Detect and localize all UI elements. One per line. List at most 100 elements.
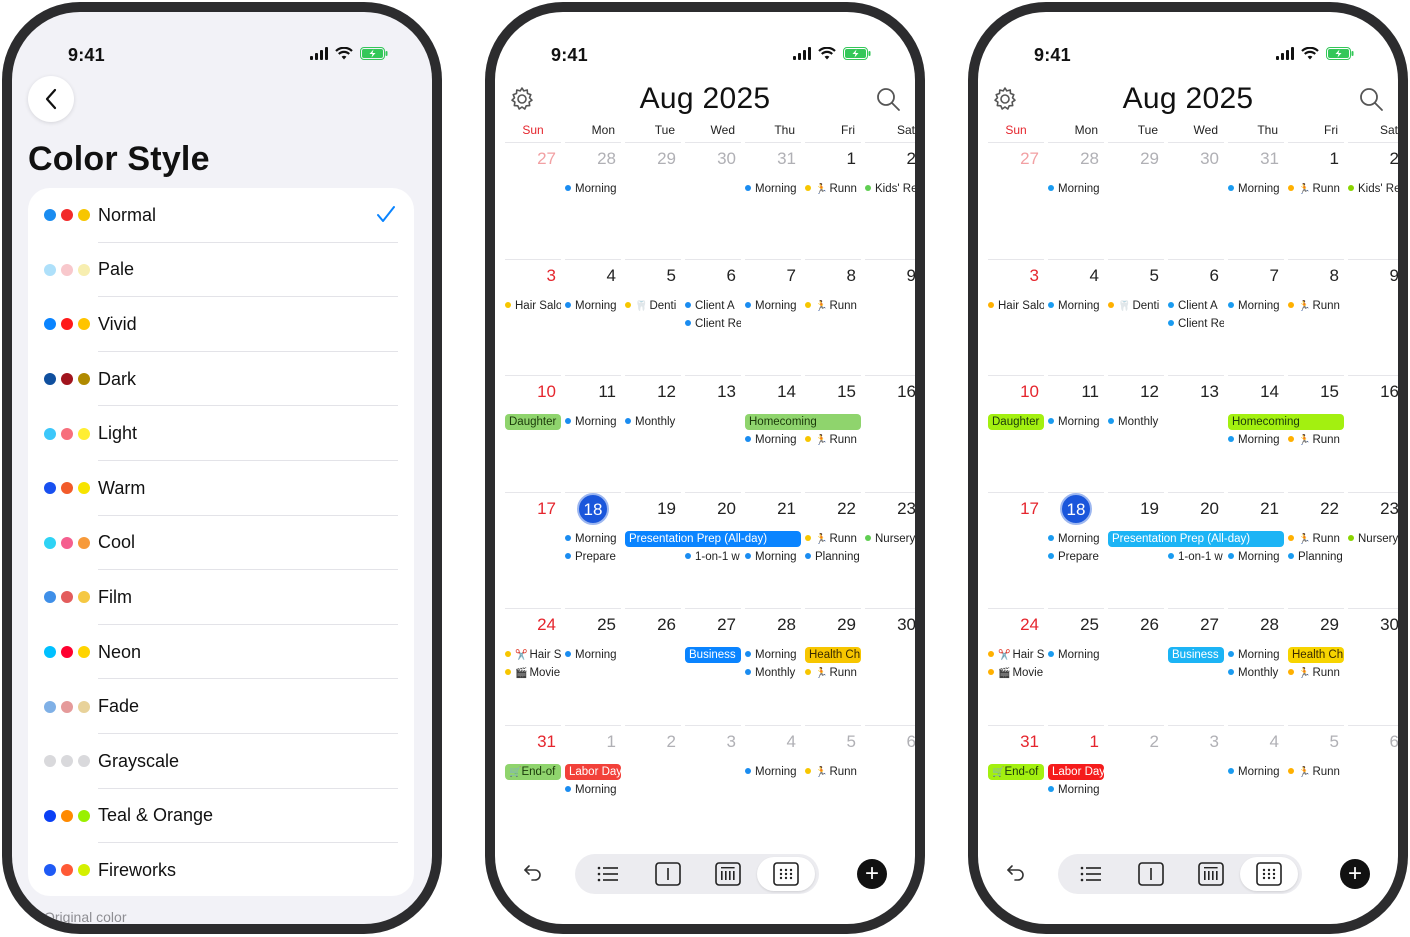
event-item[interactable]: Hair Salo <box>985 298 1044 314</box>
day-number[interactable]: 28 <box>1226 613 1286 637</box>
today-marker[interactable]: 18 <box>577 492 609 525</box>
event-item[interactable]: Planning <box>802 549 861 565</box>
day-number[interactable]: 15 <box>803 380 863 404</box>
event-item[interactable]: Morning <box>1225 181 1284 197</box>
event-bar[interactable]: Homecoming <box>1228 414 1344 430</box>
event-item[interactable]: 1-on-1 w <box>682 549 741 565</box>
event-item[interactable]: Morning <box>1225 764 1284 780</box>
event-item[interactable]: 🏃 Runn <box>802 531 861 547</box>
day-number[interactable]: 6 <box>1346 730 1398 754</box>
day-number[interactable]: 3 <box>503 264 563 288</box>
day-number[interactable]: 24 <box>986 613 1046 637</box>
day-number[interactable]: 17 <box>986 497 1046 521</box>
color-style-option[interactable]: Film <box>28 570 414 625</box>
search-button[interactable] <box>1358 86 1384 117</box>
day-number[interactable]: 4 <box>563 264 623 288</box>
week-view-button[interactable] <box>1182 857 1240 891</box>
event-item[interactable]: 🎬 Movie <box>502 665 561 681</box>
undo-button[interactable] <box>1006 862 1026 887</box>
day-number[interactable]: 28 <box>563 147 623 171</box>
event-item[interactable]: Client Re <box>682 316 741 332</box>
day-number[interactable]: 16 <box>1346 380 1398 404</box>
day-number[interactable]: 29 <box>623 147 683 171</box>
color-style-option[interactable]: Pale <box>28 243 414 298</box>
color-style-option[interactable]: Normal <box>28 188 414 243</box>
day-number[interactable]: 23 <box>1346 497 1398 521</box>
day-number[interactable]: 15 <box>1286 380 1346 404</box>
day-number[interactable]: 20 <box>1166 497 1226 521</box>
event-item[interactable]: 🦷 Denti <box>622 298 681 314</box>
event-item[interactable]: Morning <box>1045 782 1104 798</box>
event-bar[interactable]: Presentation Prep (All-day) <box>625 530 801 547</box>
day-number[interactable]: 2 <box>1346 147 1398 171</box>
event-bar[interactable]: 🛒End-of <box>988 763 1044 780</box>
event-item[interactable]: Client Re <box>1165 316 1224 332</box>
event-item[interactable]: 🏃 Runn <box>802 665 861 681</box>
event-item[interactable]: Planning <box>1285 549 1344 565</box>
event-item[interactable]: Morning <box>562 782 621 798</box>
color-style-option[interactable]: Teal & Orange <box>28 789 414 844</box>
day-number[interactable]: 2 <box>1106 730 1166 754</box>
day-number[interactable]: 22 <box>1286 497 1346 521</box>
day-number[interactable]: 1 <box>1286 147 1346 171</box>
event-item[interactable]: 1-on-1 w <box>1165 549 1224 565</box>
month-title[interactable]: Aug 2025 <box>495 82 915 116</box>
day-number[interactable]: 3 <box>986 264 1046 288</box>
day-number[interactable]: 8 <box>803 264 863 288</box>
day-number[interactable]: 27 <box>986 147 1046 171</box>
day-number[interactable]: 22 <box>803 497 863 521</box>
day-number[interactable]: 4 <box>1226 730 1286 754</box>
day-number[interactable]: 31 <box>503 730 563 754</box>
day-view-button[interactable] <box>639 857 697 891</box>
day-number[interactable]: 23 <box>863 497 915 521</box>
event-item[interactable]: 🏃 Runn <box>1285 298 1344 314</box>
day-number[interactable]: 6 <box>1166 264 1226 288</box>
event-item[interactable]: Client A <box>1165 298 1224 314</box>
day-number[interactable]: 29 <box>1286 613 1346 637</box>
day-number[interactable]: 30 <box>683 147 743 171</box>
event-bar[interactable]: Business <box>1168 647 1224 663</box>
day-number[interactable]: 2 <box>623 730 683 754</box>
event-item[interactable]: Morning <box>1045 298 1104 314</box>
event-bar[interactable]: Health Ch <box>1288 647 1344 663</box>
day-number[interactable]: 14 <box>743 380 803 404</box>
day-number[interactable]: 1 <box>803 147 863 171</box>
event-item[interactable]: Morning <box>1045 414 1104 430</box>
day-number[interactable]: 26 <box>623 613 683 637</box>
day-number[interactable]: 4 <box>743 730 803 754</box>
day-number[interactable]: 5 <box>1106 264 1166 288</box>
day-number[interactable]: 31 <box>986 730 1046 754</box>
event-item[interactable]: Morning <box>1045 531 1104 547</box>
event-item[interactable]: Morning <box>562 647 621 663</box>
event-item[interactable]: Hair Salo <box>502 298 561 314</box>
day-view-button[interactable] <box>1122 857 1180 891</box>
event-item[interactable]: Kids' Re <box>1345 181 1398 197</box>
day-number[interactable]: 4 <box>1046 264 1106 288</box>
day-number[interactable]: 24 <box>503 613 563 637</box>
day-number[interactable]: 2 <box>863 147 915 171</box>
day-number[interactable]: 11 <box>563 380 623 404</box>
event-item[interactable]: 🏃 Runn <box>802 181 861 197</box>
event-item[interactable]: Morning <box>1225 298 1284 314</box>
event-bar[interactable]: Presentation Prep (All-day) <box>1108 530 1284 547</box>
day-number[interactable]: 3 <box>1166 730 1226 754</box>
event-bar[interactable]: Daughter <box>988 414 1044 430</box>
day-number[interactable]: 25 <box>1046 613 1106 637</box>
event-item[interactable]: 🏃 Runn <box>802 764 861 780</box>
day-number[interactable]: 29 <box>1106 147 1166 171</box>
add-event-button[interactable]: + <box>857 859 887 889</box>
day-number[interactable]: 20 <box>683 497 743 521</box>
day-number[interactable]: 9 <box>863 264 915 288</box>
add-event-button[interactable]: + <box>1340 859 1370 889</box>
event-bar[interactable]: Health Ch <box>805 647 861 663</box>
day-number[interactable]: 21 <box>1226 497 1286 521</box>
day-number[interactable]: 21 <box>743 497 803 521</box>
event-item[interactable]: Morning <box>562 181 621 197</box>
event-bar[interactable]: Homecoming <box>745 414 861 430</box>
color-style-option[interactable]: Grayscale <box>28 734 414 789</box>
event-item[interactable]: Prepare <box>562 549 621 565</box>
day-number[interactable]: 19 <box>1106 497 1166 521</box>
color-style-option[interactable]: Dark <box>28 352 414 407</box>
event-item[interactable]: Morning <box>742 549 801 565</box>
day-number[interactable]: 17 <box>503 497 563 521</box>
